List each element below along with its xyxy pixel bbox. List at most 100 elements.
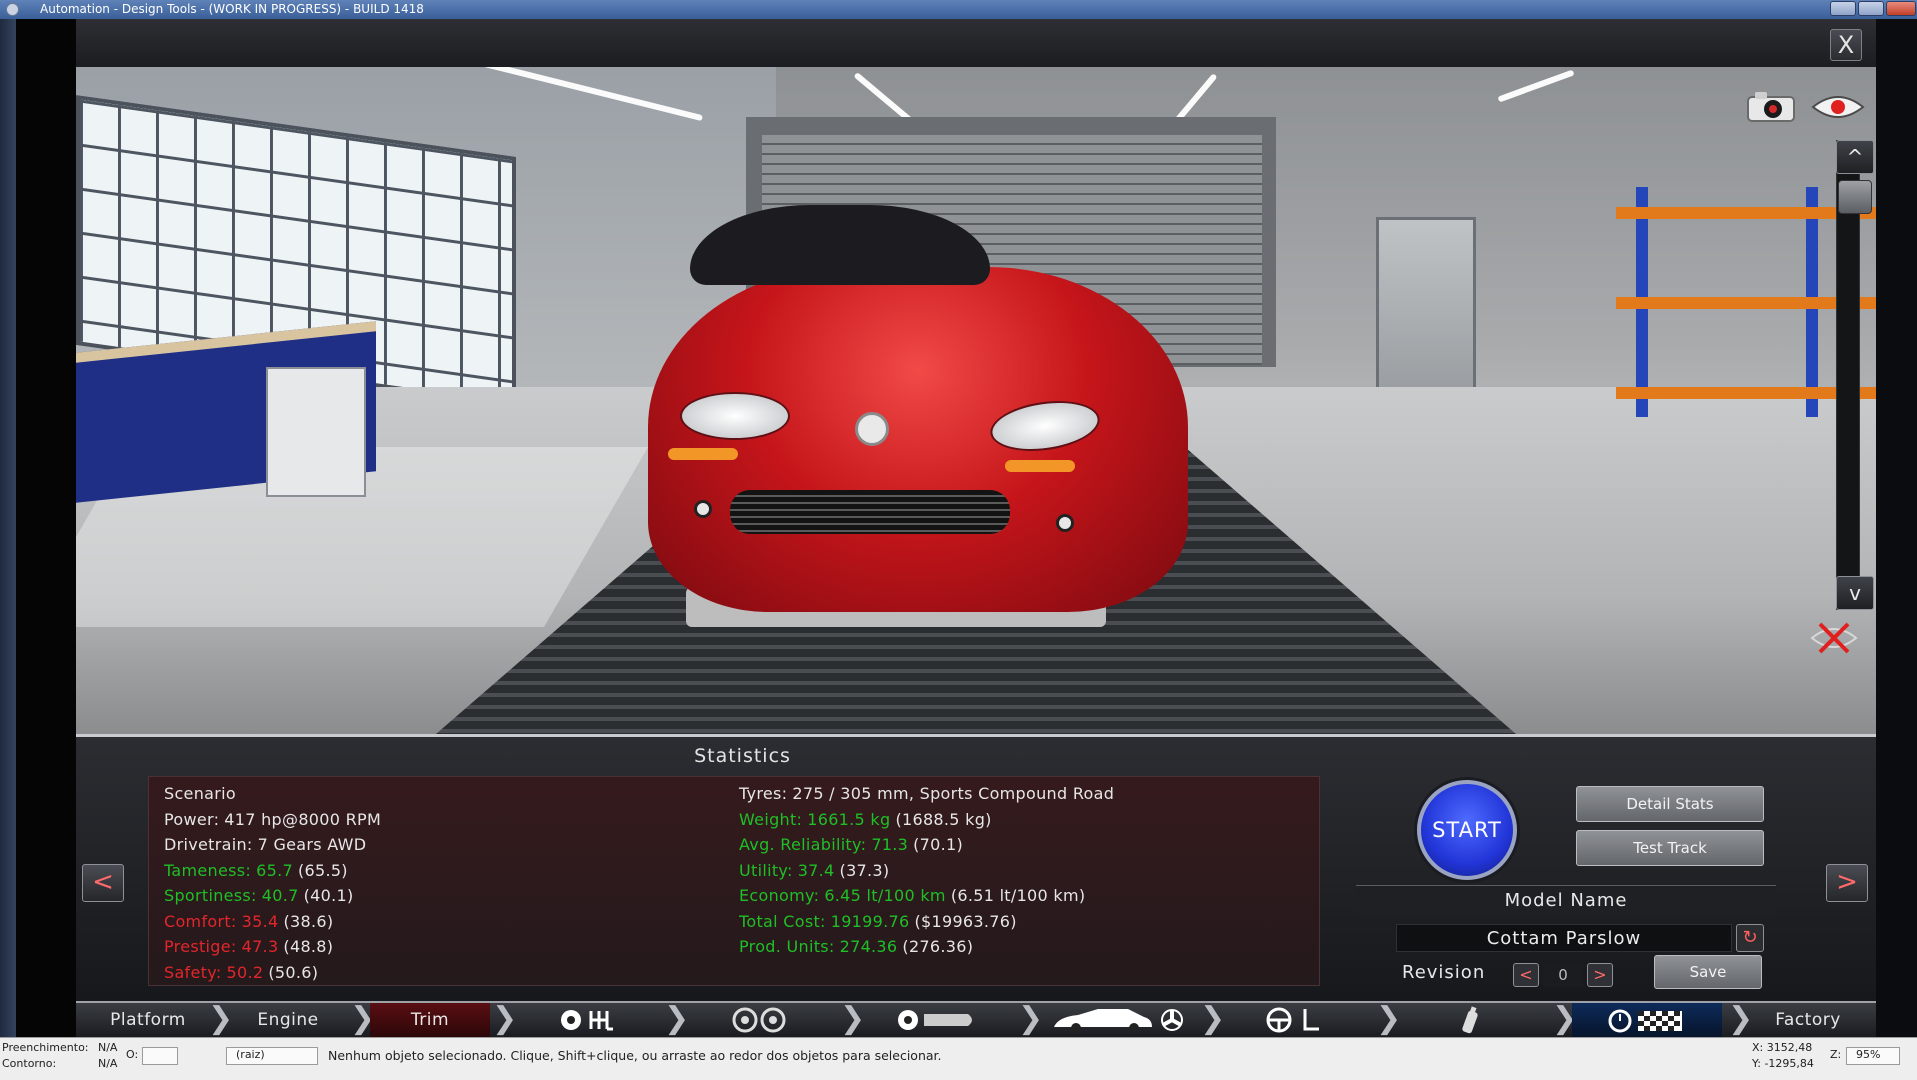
tab-factory[interactable]: Factory (1748, 1003, 1868, 1037)
statistics-right-column: Tyres: 275 / 305 mm, Sports Compound Road… (739, 781, 1309, 960)
statistics-box: Scenario Power: 417 hp@8000 RPM Drivetrain:… (148, 776, 1320, 986)
stat-label: Prestige: (164, 937, 237, 956)
hide-view-icon[interactable] (1808, 618, 1860, 658)
zoom-label: Z: (1830, 1048, 1842, 1061)
stat-label: Economy: (739, 886, 820, 905)
window-titlebar: Automation - Design Tools - (WORK IN PRO… (0, 0, 1917, 19)
stat-row: Tameness: 65.7 (65.5) (164, 858, 724, 884)
layer-value: (raiz) (236, 1048, 265, 1061)
stat-base-value: (40.1) (303, 886, 354, 905)
model-name-heading: Model Name (1356, 885, 1776, 915)
stat-label: Scenario (164, 784, 236, 803)
stat-row: Total Cost: 19199.76 ($19963.76) (739, 909, 1309, 935)
stat-label: Utility: (739, 860, 793, 880)
camera-zoom-thumb[interactable] (1838, 180, 1872, 214)
stopwatch-flag-icon (1608, 1009, 1682, 1033)
stat-value: 50.2 (226, 962, 264, 982)
chevron-right-icon: ❯ (1728, 1001, 1754, 1036)
chevron-right-icon: ❯ (1200, 1001, 1226, 1036)
revision-prev-button[interactable]: < (1513, 963, 1539, 987)
chevron-right-icon: ❯ (664, 1001, 690, 1036)
tab-suspension[interactable] (860, 1003, 1010, 1037)
previous-stage-button[interactable]: < (82, 864, 124, 902)
camera-icon[interactable] (1745, 89, 1797, 123)
status-message: Nenhum objeto selecionado. Clique, Shift… (328, 1048, 942, 1063)
scroll-down-button[interactable]: v (1836, 576, 1874, 610)
tab-gearbox[interactable] (512, 1003, 662, 1037)
stat-row: Economy: 6.45 lt/100 km (6.51 lt/100 km) (739, 883, 1309, 909)
maximize-button[interactable] (1858, 1, 1884, 16)
statistics-title: Statistics (694, 745, 791, 767)
car-grille (730, 490, 1010, 534)
stat-base-value: (1688.5 kg) (895, 809, 992, 829)
tab-trim[interactable]: Trim (370, 1003, 490, 1037)
ceiling-light (1174, 73, 1218, 123)
detail-stats-button[interactable]: Detail Stats (1576, 786, 1764, 822)
desktop-edge (0, 19, 16, 1037)
stat-value: 275 / 305 mm, Sports Compound Road (792, 784, 1115, 803)
gearbox-icon (561, 1010, 613, 1031)
suspension-icon (898, 1010, 972, 1030)
ceiling-light (1497, 69, 1575, 103)
stat-label: Weight: (739, 809, 803, 829)
test-track-button[interactable]: Test Track (1576, 830, 1764, 866)
stroke-value: N/A (98, 1057, 118, 1070)
chevron-right-icon: ❯ (208, 1001, 234, 1036)
garage-viewport[interactable] (76, 67, 1876, 734)
stroke-label: Contorno: (2, 1057, 57, 1070)
fill-label: Preenchimento: (2, 1041, 89, 1054)
stat-label: Power: (164, 809, 220, 829)
opacity-input[interactable] (142, 1047, 178, 1065)
fill-value: N/A (98, 1041, 118, 1054)
save-button[interactable]: Save (1654, 955, 1762, 989)
model-name-input[interactable] (1396, 924, 1732, 952)
stat-row: Power: 417 hp@8000 RPM (164, 807, 724, 833)
tab-body[interactable] (1038, 1003, 1198, 1037)
car-badge (855, 412, 889, 446)
revision-value: 0 (1543, 963, 1583, 987)
stat-value: 274.36 (839, 937, 898, 956)
car-indicator-right (1005, 460, 1075, 472)
stat-value: 47.3 (241, 937, 279, 956)
interior-icon (1266, 1007, 1319, 1033)
zoom-value: 95% (1856, 1048, 1881, 1061)
stat-value: 417 hp@8000 RPM (224, 809, 382, 829)
stat-base-value: (276.36) (902, 937, 974, 956)
status-bar: Preenchimento: N/A Contorno: N/A O: (rai… (0, 1037, 1917, 1080)
stat-label: Avg. Reliability: (739, 835, 867, 854)
window-close-button[interactable] (1886, 1, 1916, 16)
window-title: Automation - Design Tools - (WORK IN PRO… (40, 2, 424, 16)
revision-next-button[interactable]: > (1587, 963, 1613, 987)
tab-wheels[interactable] (684, 1003, 834, 1037)
chevron-right-icon: ❯ (1018, 1001, 1044, 1036)
stat-value: 7 Gears AWD (257, 835, 367, 854)
stat-row: Tyres: 275 / 305 mm, Sports Compound Road (739, 781, 1309, 807)
chevron-right-icon: ❯ (1376, 1001, 1402, 1036)
refresh-icon[interactable]: ↻ (1736, 924, 1764, 952)
tab-fixtures[interactable] (1396, 1003, 1546, 1037)
stat-value: 40.7 (261, 886, 299, 905)
close-button[interactable]: X (1830, 29, 1862, 61)
opacity-label: O: (126, 1048, 139, 1061)
chevron-right-icon: ❯ (492, 1001, 518, 1036)
next-stage-button[interactable]: > (1826, 864, 1868, 902)
tab-platform[interactable]: Platform (88, 1003, 208, 1037)
car-indicator-left (668, 448, 738, 460)
stat-row: Sportiness: 40.7 (40.1) (164, 883, 724, 909)
start-button[interactable]: START (1417, 780, 1517, 880)
stat-row: Utility: 37.4 (37.3) (739, 858, 1309, 884)
tab-testing[interactable] (1572, 1003, 1722, 1037)
minimize-button[interactable] (1830, 1, 1856, 16)
stat-base-value: (6.51 lt/100 km) (950, 886, 1086, 905)
stat-base-value: (48.8) (283, 937, 334, 956)
eye-icon[interactable] (1810, 92, 1866, 122)
cursor-y-readout: Y: -1295,84 (1752, 1057, 1814, 1070)
tab-interior[interactable] (1220, 1003, 1370, 1037)
statistics-left-column: Scenario Power: 417 hp@8000 RPM Drivetrain:… (164, 781, 724, 985)
stat-base-value: (38.6) (283, 911, 334, 931)
scroll-up-button[interactable]: ^ (1836, 140, 1874, 174)
stat-value: 65.7 (256, 860, 293, 880)
app-topbar (76, 19, 1876, 67)
cursor-x-readout: X: 3152,48 (1752, 1041, 1813, 1054)
tab-engine[interactable]: Engine (228, 1003, 348, 1037)
